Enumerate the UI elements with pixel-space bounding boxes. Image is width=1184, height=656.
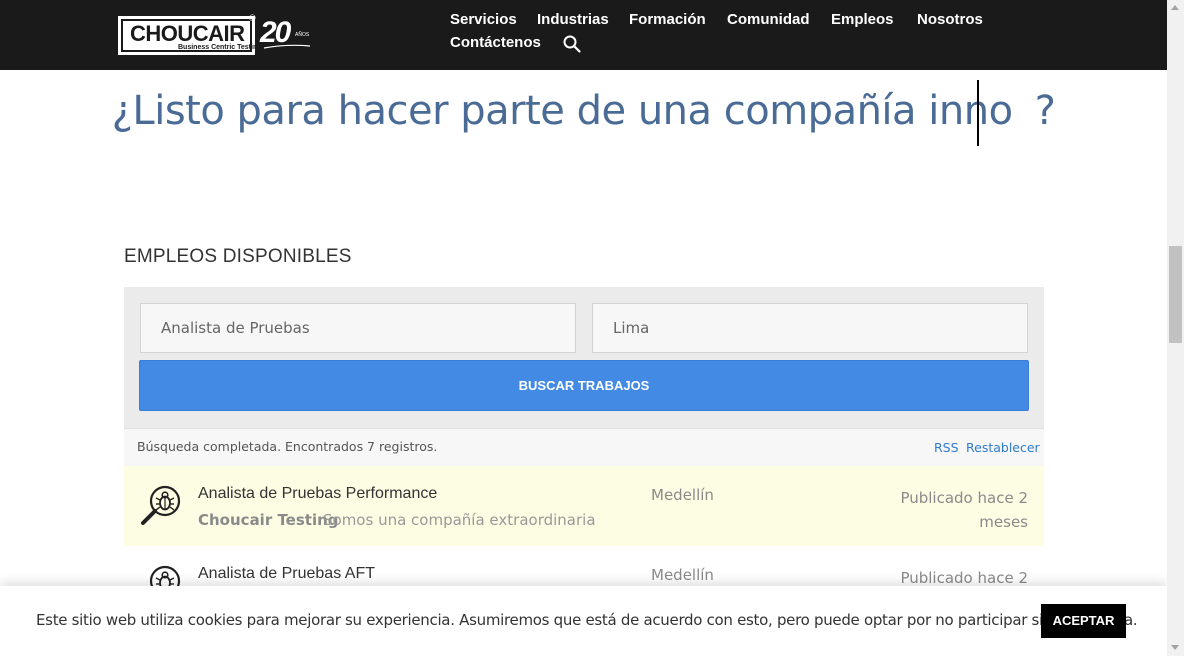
section-title: EMPLEOS DISPONIBLES (124, 246, 352, 267)
job-tagline: Somos una compañía extraordinaria (323, 511, 596, 529)
results-summary-bar: Búsqueda completada. Encontrados 7 regis… (124, 428, 1044, 466)
job-search-panel: Analista de Pruebas Lima BUSCAR TRABAJOS (124, 287, 1044, 428)
page-headline: ¿Listo para hacer parte de una compañía … (0, 88, 1167, 134)
scroll-up-arrow-icon[interactable] (1171, 5, 1179, 10)
nav-item-servicios[interactable]: Servicios (450, 11, 517, 28)
typing-caret (977, 80, 979, 146)
nav-item-comunidad[interactable]: Comunidad (727, 11, 810, 28)
job-company: Choucair Testing (198, 511, 339, 529)
bug-magnifier-icon (141, 485, 181, 525)
keyword-input[interactable]: Analista de Pruebas (140, 303, 576, 353)
choucair-logo[interactable]: CHOUCAIR Business Centric Testing ® 20 A… (116, 13, 314, 58)
job-title[interactable]: Analista de Pruebas Performance (198, 485, 437, 503)
logo-tagline: Business Centric Testing (178, 44, 262, 51)
search-icon[interactable] (562, 34, 582, 54)
reset-link[interactable]: Restablecer (966, 440, 1040, 455)
job-date: Publicado hace 2 meses (900, 489, 1028, 531)
logo-anniversary-text: AÑOS (295, 32, 310, 38)
job-location: Medellín (651, 566, 714, 584)
nav-item-empleos[interactable]: Empleos (831, 11, 894, 28)
site-header: CHOUCAIR Business Centric Testing ® 20 A… (0, 0, 1167, 70)
logo-registered-mark: ® (249, 13, 256, 23)
page-scrollbar[interactable] (1167, 0, 1184, 656)
rss-link[interactable]: RSS (934, 440, 959, 455)
headline-text-end: ? (1034, 88, 1056, 134)
results-count-text: Búsqueda completada. Encontrados 7 regis… (137, 439, 438, 454)
scrollbar-thumb[interactable] (1169, 246, 1182, 343)
nav-item-industrias[interactable]: Industrias (537, 11, 609, 28)
accept-cookies-button[interactable]: ACEPTAR (1041, 604, 1126, 638)
logo-swoosh-icon (263, 44, 311, 49)
job-title[interactable]: Analista de Pruebas AFT (198, 565, 375, 583)
job-location: Medellín (651, 486, 714, 504)
headline-text-start: ¿Listo para hacer parte de una compañía … (111, 88, 1013, 134)
logo-box: CHOUCAIR Business Centric Testing (116, 14, 262, 57)
nav-item-formacion[interactable]: Formación (629, 11, 706, 28)
cookie-consent-bar: Este sitio web utiliza cookies para mejo… (0, 586, 1167, 656)
nav-item-nosotros[interactable]: Nosotros (917, 11, 983, 28)
nav-item-contactenos[interactable]: Contáctenos (450, 34, 541, 51)
job-listing[interactable]: Analista de Pruebas Performance Choucair… (124, 466, 1044, 546)
search-jobs-button[interactable]: BUSCAR TRABAJOS (139, 360, 1029, 411)
scroll-down-arrow-icon[interactable] (1171, 645, 1179, 650)
location-input[interactable]: Lima (592, 303, 1028, 353)
cookie-message: Este sitio web utiliza cookies para mejo… (36, 611, 1138, 629)
